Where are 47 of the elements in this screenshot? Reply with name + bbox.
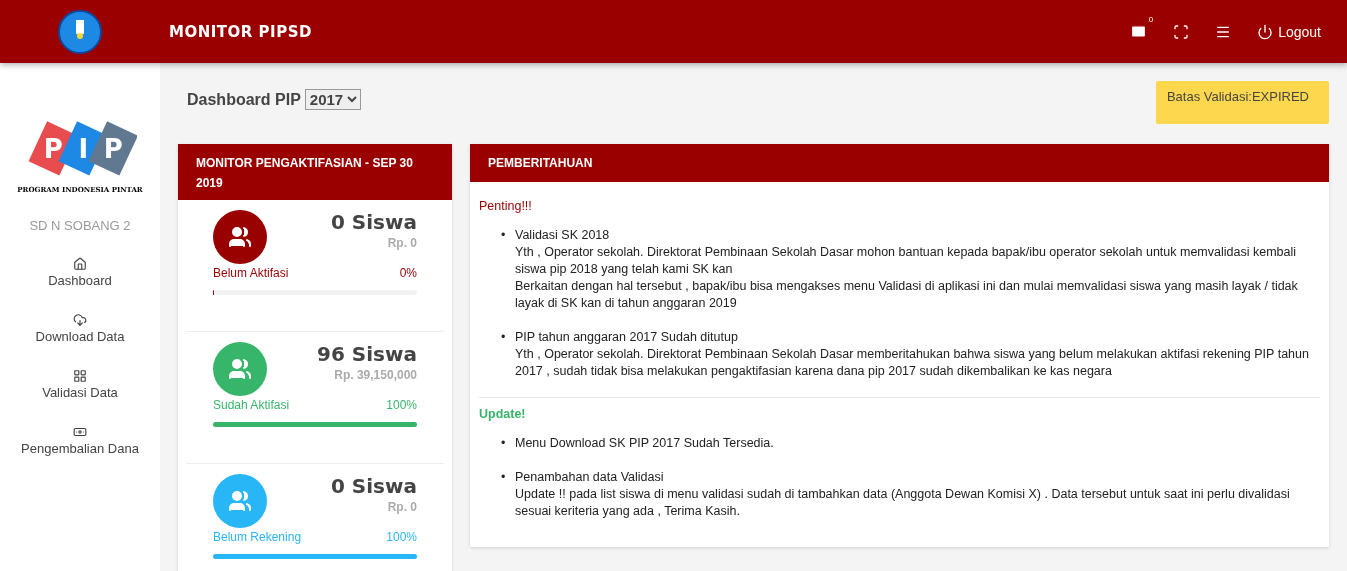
card-header: MONITOR PENGAKTIFASIAN - SEP 30 2019 bbox=[178, 144, 452, 200]
bullet: • bbox=[501, 435, 507, 452]
student-count: 96 Siswa bbox=[317, 342, 417, 366]
bullet: • bbox=[501, 329, 507, 346]
year-select[interactable]: 2017 bbox=[304, 89, 361, 110]
nav-item[interactable]: Validasi Data bbox=[42, 369, 118, 400]
page-title: Dashboard PIP bbox=[187, 91, 301, 108]
amount: Rp. 0 bbox=[387, 500, 417, 514]
notice-text: Berkaitan dengan hal tersebut , bapak/ibu bisa mengakses menu Validasi di aplikasi ini dan mulai memvalidasi siswa yang masih layak / tidak layak di SK kan di tahun anggaran 2019 bbox=[515, 278, 1299, 312]
nav-item[interactable]: Pengembalian Dana bbox=[21, 425, 139, 456]
bullet: • bbox=[501, 469, 507, 486]
percent: 0% bbox=[399, 266, 417, 280]
notice-heading: Update! bbox=[479, 406, 527, 423]
fullscreen-button[interactable] bbox=[1173, 23, 1190, 40]
app-title: MONITOR PIPSD bbox=[169, 22, 313, 41]
notice-title: Menu Download SK PIP 2017 Sudah Tersedia. bbox=[515, 435, 774, 452]
nav-item[interactable]: Download Data bbox=[35, 313, 125, 344]
deadline-notice: Batas Validasi:EXPIRED bbox=[1155, 81, 1329, 124]
student-count: 0 Siswa bbox=[331, 474, 417, 498]
cloud-download-icon bbox=[73, 313, 87, 327]
grid-icon bbox=[73, 369, 87, 383]
notice-text: Yth , Operator sekolah. Direktorat Pembinaan Sekolah Dasar mohon bantuan kepada bapak/ibu operator sekolah untuk memvalidasi kembali siswa pip 2018 yang telah kami SK kan bbox=[515, 244, 1297, 278]
nav-item[interactable]: Dashboard bbox=[48, 257, 112, 288]
mail-count: 0 bbox=[1148, 15, 1154, 24]
power-icon bbox=[1257, 23, 1274, 40]
notice-title: Penambahan data Validasi bbox=[515, 469, 665, 486]
bullet: • bbox=[501, 227, 507, 244]
notice-title: Validasi SK 2018 bbox=[515, 227, 611, 244]
status-label: Belum Rekening bbox=[213, 530, 302, 544]
notice-text: Yth , Operator sekolah. Direktorat Pembinaan Sekolah Dasar memberitahukan bahwa siswa yang belum melakukan aktifasi rekening PIP tahun 2017 , sudah tidak bisa melakukan pengaktifasian karena dana pip 2017 sudah dikembalikan ke kas negara bbox=[515, 346, 1310, 380]
amount: Rp. 39,150,000 bbox=[334, 368, 417, 382]
home-icon bbox=[73, 257, 87, 271]
percent: 100% bbox=[386, 398, 417, 412]
emblem-logo bbox=[58, 9, 102, 54]
card-header: PEMBERITAHUAN bbox=[470, 144, 1329, 182]
notice-text: Update !! pada list siswa di menu validasi sudah di tambahkan data (Anggota Dewan Komisi X) . Data tersebut untuk saat ini perlu divalidasi sesuai keriteria yang ada , Terima Kasih. bbox=[515, 486, 1291, 520]
notice-heading: Penting!!! bbox=[479, 198, 533, 215]
school-name: SD N SOBANG 2 bbox=[29, 218, 131, 233]
status-label: Sudah Aktifasi bbox=[213, 398, 290, 412]
amount: Rp. 0 bbox=[387, 236, 417, 250]
logout-button[interactable]: Logout bbox=[1257, 23, 1321, 40]
banknote-icon bbox=[73, 425, 87, 439]
percent: 100% bbox=[386, 530, 417, 544]
pip-logo: P I P bbox=[23, 119, 137, 181]
student-count: 0 Siswa bbox=[331, 210, 417, 234]
notice-title: PIP tahun anggaran 2017 Sudah ditutup bbox=[515, 329, 739, 346]
status-label: Belum Aktifasi bbox=[213, 266, 289, 280]
